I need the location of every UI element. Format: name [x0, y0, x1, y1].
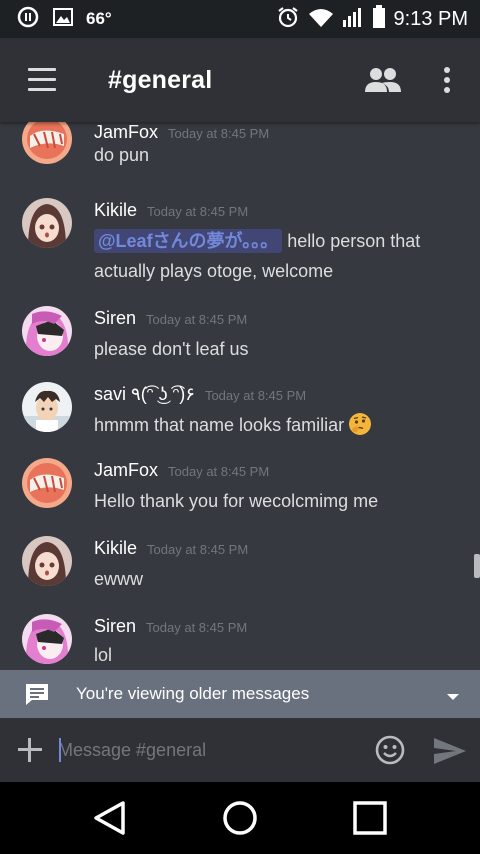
channel-header: #general: [0, 38, 480, 122]
jamfox-avatar[interactable]: [22, 122, 72, 164]
android-navigation-bar: [0, 782, 480, 854]
emoji-smiley-icon: [375, 735, 405, 765]
author-name[interactable]: JamFox: [94, 460, 158, 481]
author-name[interactable]: Siren: [94, 308, 136, 329]
author-name[interactable]: Kikile: [94, 538, 137, 559]
author-name[interactable]: Kikile: [94, 200, 137, 221]
attach-button[interactable]: [16, 736, 44, 764]
data-saver-icon: [16, 5, 40, 34]
older-messages-text: You're viewing older messages: [76, 684, 310, 703]
older-messages-bar[interactable]: You're viewing older messages: [0, 670, 480, 718]
send-button[interactable]: [432, 736, 468, 766]
user-mention[interactable]: @Leafさんの夢が。。。: [94, 229, 283, 253]
message-timestamp: Today at 8:45 PM: [147, 204, 249, 219]
message-timestamp: Today at 8:45 PM: [146, 620, 248, 635]
message-text-content: hmmm that name looks familiar: [94, 415, 345, 435]
siren-avatar[interactable]: [22, 614, 72, 664]
status-bar-left: 66°: [16, 5, 112, 34]
home-circle-icon: [223, 801, 257, 835]
channel-title: #general: [108, 66, 213, 94]
message-timestamp: Today at 8:45 PM: [168, 464, 270, 479]
kikile-avatar[interactable]: [22, 536, 72, 586]
message-header: Kikile Today at 8:45 PM: [94, 538, 248, 559]
message-timestamp: Today at 8:45 PM: [204, 388, 307, 403]
message-composer: [0, 718, 480, 782]
members-button[interactable]: [364, 64, 402, 96]
status-bar-right: 9:13 PM: [276, 4, 468, 34]
message-header: Kikile Today at 8:45 PM: [94, 200, 248, 221]
caret-down-icon[interactable]: [446, 689, 460, 707]
message-timestamp: Today at 8:45 PM: [168, 126, 270, 141]
chat-bubble-icon: [24, 682, 50, 711]
jamfox-avatar[interactable]: [22, 458, 72, 508]
kikile-avatar[interactable]: [22, 198, 72, 248]
savi-avatar[interactable]: [22, 382, 72, 432]
plus-icon: [18, 738, 42, 762]
back-triangle-icon: [94, 801, 125, 835]
hamburger-menu-icon: [28, 68, 56, 71]
message-header: savi ٩(͡ᵔ ͜ʖ ͡ᵔ)۶ Today at 8:45 PM: [94, 384, 306, 405]
author-name[interactable]: savi ٩(͡ᵔ ͜ʖ ͡ᵔ)۶: [94, 384, 195, 405]
message-list[interactable]: JamFox Today at 8:45 PM do pun Kikile To…: [0, 122, 480, 670]
emoji-button[interactable]: [374, 734, 406, 766]
message-text: lol: [94, 645, 113, 665]
hamburger-menu-button[interactable]: [26, 66, 58, 94]
signal-icon: [342, 6, 364, 33]
text-cursor: [59, 738, 61, 762]
message-text: please don't leaf us: [94, 339, 249, 359]
back-button[interactable]: [90, 798, 130, 838]
gallery-icon: [52, 6, 74, 33]
clock-time: 9:13 PM: [393, 7, 468, 30]
recents-square-icon: [353, 801, 387, 835]
message-text: hmmm that name looks familiar: [94, 410, 444, 440]
home-button[interactable]: [220, 798, 260, 838]
wifi-icon: [308, 6, 334, 33]
battery-icon: [372, 4, 386, 34]
members-icon: [365, 68, 401, 92]
message-text: @Leafさんの夢が。。。 hello person that actually…: [94, 226, 444, 286]
temperature-text: 66°: [86, 9, 112, 28]
scrollbar-thumb[interactable]: [474, 554, 480, 578]
more-options-button[interactable]: [436, 64, 458, 96]
message-text: ewww: [94, 569, 144, 589]
author-name[interactable]: Siren: [94, 616, 136, 637]
thinking-face-emoji: [348, 412, 372, 436]
message-header: JamFox Today at 8:45 PM: [94, 460, 269, 481]
message-text: Hello thank you for wecolcmimg me: [94, 491, 379, 511]
siren-avatar[interactable]: [22, 306, 72, 356]
more-vertical-icon: [444, 67, 450, 93]
alarm-icon: [276, 5, 300, 34]
message-timestamp: Today at 8:45 PM: [146, 312, 248, 327]
message-header: Siren Today at 8:45 PM: [94, 616, 247, 637]
message-timestamp: Today at 8:45 PM: [147, 542, 249, 557]
message-header: Siren Today at 8:45 PM: [94, 308, 247, 329]
status-bar: 66° 9:13 PM: [0, 0, 480, 38]
discord-app-screen: 66° 9:13 PM #general JamFox Today at 8:4…: [0, 0, 480, 854]
recents-button[interactable]: [350, 798, 390, 838]
message-text: do pun: [94, 145, 150, 165]
send-icon: [434, 738, 466, 764]
message-input[interactable]: [58, 733, 348, 767]
